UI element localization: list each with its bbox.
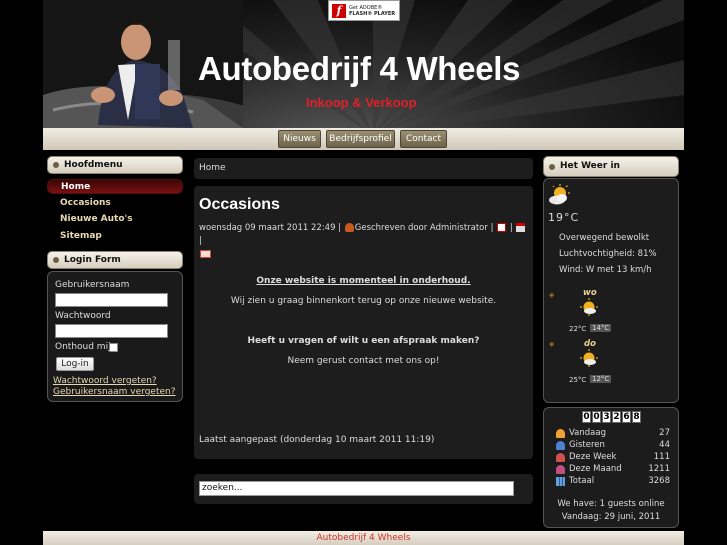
- bar-chart-icon: [556, 477, 565, 486]
- users-month-icon: [556, 465, 565, 474]
- article-meta: woensdag 09 maart 2011 22:49 | Geschreve…: [199, 222, 529, 261]
- visitor-counter: 0 0 3 2 6 8 Vandaag 27 Gisteren 44 Deze …: [543, 407, 679, 528]
- menu-item-occasions[interactable]: Occasions: [47, 196, 183, 211]
- password-field[interactable]: [55, 324, 168, 338]
- counter-value: 111: [653, 452, 670, 462]
- counter-label: Totaal: [569, 476, 595, 486]
- flash-icon: f: [332, 3, 346, 18]
- remember-label: Onthoud mij: [55, 342, 111, 352]
- page: f Get ADOBE® FLASH® PLAYER Autobedrijf 4…: [0, 0, 727, 545]
- login-button[interactable]: Log-in: [56, 357, 94, 371]
- search-input[interactable]: zoeken...: [199, 481, 514, 496]
- counter-label: Deze Maand: [569, 464, 622, 474]
- search-module: zoeken...: [194, 474, 533, 504]
- username-label: Gebruikersnaam: [55, 280, 130, 290]
- counter-date: Vandaag: 29 juni, 2011: [561, 512, 661, 522]
- counter-digit: 2: [612, 411, 621, 423]
- partly-cloudy-icon: [549, 184, 570, 205]
- nav-item-bedrijfsprofiel[interactable]: Bedrijfsprofiel: [326, 130, 395, 148]
- counter-value: 1211: [648, 464, 670, 474]
- weather-module: 19°C Overwegend bewolkt Luchtvochtigheid…: [543, 178, 679, 403]
- forecast-2-high: 25°C: [569, 376, 587, 384]
- forecast-1-low: 14°C: [590, 324, 612, 332]
- bullet-icon: [53, 162, 59, 168]
- counter-value: 44: [659, 440, 670, 450]
- remember-checkbox[interactable]: [109, 343, 118, 352]
- weather-wind: Wind: W met 13 km/h: [559, 265, 652, 275]
- counter-row-total: Totaal 3268: [556, 476, 670, 488]
- forecast-bullet-icon: ◈: [549, 291, 555, 299]
- counter-label: Deze Week: [569, 452, 617, 462]
- maintenance-heading: Onze website is momenteel in onderhoud.: [256, 276, 471, 286]
- counter-row-week: Deze Week 111: [556, 452, 670, 464]
- counter-digit: 0: [592, 411, 601, 423]
- menu-item-sitemap[interactable]: Sitemap: [47, 229, 183, 244]
- bullet-icon: [53, 257, 59, 263]
- username-field[interactable]: [55, 293, 168, 307]
- current-temperature: 19°C: [548, 211, 580, 224]
- article-author: Geschreven door Administrator |: [354, 223, 494, 233]
- weather-condition: Overwegend bewolkt: [559, 233, 650, 243]
- top-navigation: Nieuws Bedrijfsprofiel Contact: [43, 128, 684, 150]
- user-today-icon: [556, 429, 565, 438]
- menu-item-home[interactable]: Home: [47, 179, 183, 194]
- forgot-password-link[interactable]: Wachtwoord vergeten?: [53, 376, 157, 386]
- weather-header: Het Weer in "Amsterdam": [543, 156, 679, 190]
- counter-value: 27: [659, 428, 670, 438]
- nav-item-nieuws[interactable]: Nieuws: [278, 130, 321, 148]
- article-title: Occasions: [199, 196, 280, 213]
- login-form: Gebruikersnaam Wachtwoord Onthoud mij Lo…: [47, 271, 183, 402]
- article-date: woensdag 09 maart 2011 22:49 |: [199, 223, 342, 233]
- email-icon[interactable]: [200, 249, 211, 258]
- counter-digits: 0 0 3 2 6 8: [582, 411, 641, 423]
- forecast-1-high: 22°C: [569, 325, 587, 333]
- menu-item-nieuwe-autos[interactable]: Nieuwe Auto's: [47, 212, 183, 227]
- counter-label: Gisteren: [569, 440, 605, 450]
- forecast-bullet-icon: ◈: [549, 340, 555, 348]
- question-text: Heeft u vragen of wilt u een afspraak ma…: [247, 336, 480, 346]
- counter-label: Vandaag: [569, 428, 606, 438]
- contact-text: Neem gerust contact met ons op!: [287, 356, 440, 366]
- counter-row-yesterday: Gisteren 44: [556, 440, 670, 452]
- forgot-username-link[interactable]: Gebruikersnaam vergeten?: [53, 387, 176, 397]
- site-title: Autobedrijf 4 Wheels: [198, 50, 521, 87]
- guests-online: We have: 1 guests online: [557, 499, 665, 509]
- counter-digit: 8: [632, 411, 641, 423]
- counter-digit: 3: [602, 411, 611, 423]
- footer: Autobedrijf 4 Wheels: [43, 531, 684, 545]
- forecast-2-low: 12°C: [590, 375, 612, 383]
- counter-row-today: Vandaag 27: [556, 428, 670, 440]
- counter-row-month: Deze Maand 1211: [556, 464, 670, 476]
- weather-humidity: Luchtvochtigheid: 81%: [559, 249, 657, 259]
- main-menu-header: Hoofdmenu: [47, 156, 183, 174]
- counter-value: 3268: [648, 476, 670, 486]
- user-yesterday-icon: [556, 441, 565, 450]
- pdf-icon[interactable]: [497, 223, 507, 232]
- users-week-icon: [556, 453, 565, 462]
- flash-badge-line2: FLASH® PLAYER: [349, 10, 396, 17]
- print-icon[interactable]: [516, 223, 526, 232]
- article: Occasions woensdag 09 maart 2011 22:49 |…: [194, 186, 533, 459]
- counter-digit: 6: [622, 411, 631, 423]
- author-icon: [344, 223, 354, 232]
- last-modified: Laatst aangepast (donderdag 10 maart 201…: [199, 435, 435, 445]
- breadcrumb[interactable]: Home: [194, 158, 533, 179]
- login-form-header: Login Form: [47, 251, 183, 269]
- forecast-day-2: do: [584, 339, 596, 349]
- maintenance-text: Wij zien u graag binnenkort terug op onz…: [230, 296, 497, 306]
- flash-player-badge[interactable]: f Get ADOBE® FLASH® PLAYER: [328, 0, 400, 21]
- main-menu-title: Hoofdmenu: [64, 160, 123, 170]
- bullet-icon: [549, 164, 555, 170]
- site-header: f Get ADOBE® FLASH® PLAYER Autobedrijf 4…: [43, 0, 684, 128]
- nav-item-contact[interactable]: Contact: [400, 130, 447, 148]
- site-subtitle: Inkoop & Verkoop: [306, 95, 417, 110]
- login-form-title: Login Form: [64, 255, 121, 265]
- forecast-2-weather-icon: [580, 349, 598, 367]
- counter-digit: 0: [582, 411, 591, 423]
- forecast-1-weather-icon: [580, 298, 598, 316]
- forecast-day-1: wo: [583, 288, 597, 298]
- password-label: Wachtwoord: [55, 311, 111, 321]
